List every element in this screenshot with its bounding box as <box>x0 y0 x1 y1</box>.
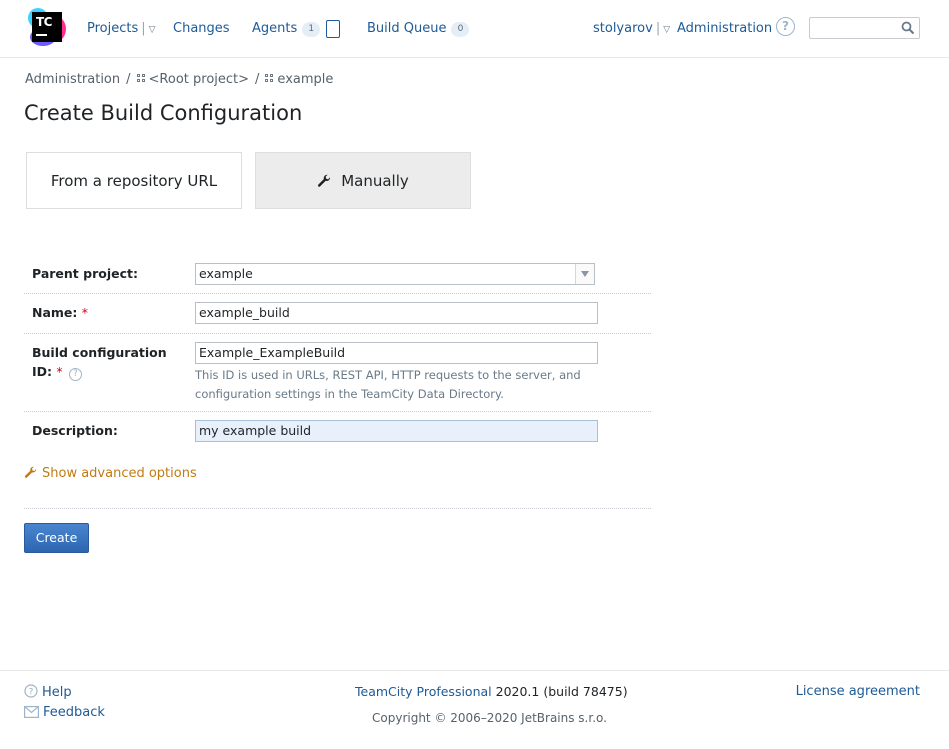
teamcity-logo-icon[interactable]: TC <box>26 6 68 48</box>
nav-administration[interactable]: Administration <box>677 21 772 36</box>
name-input[interactable]: example_build <box>195 302 598 324</box>
version-text: 2020.1 (build 78475) <box>495 684 628 699</box>
breadcrumb: Administration / <Root project> / example <box>25 72 334 87</box>
build-id-row: Build configuration ID: * ? Example_Exam… <box>24 334 651 412</box>
from-repository-url-label: From a repository URL <box>50 171 218 190</box>
nav-projects[interactable]: Projects | ▽ <box>87 21 156 36</box>
required-mark: * <box>56 364 63 379</box>
wrench-icon <box>24 466 37 478</box>
build-queue-count-badge: 0 <box>451 22 470 37</box>
chevron-down-icon[interactable]: ▽ <box>663 25 670 35</box>
page-title: Create Build Configuration <box>24 101 303 125</box>
breadcrumb-administration[interactable]: Administration <box>25 72 120 87</box>
nav-build-queue-label: Build Queue <box>367 21 447 36</box>
manually-option[interactable]: Manually <box>255 152 471 209</box>
chevron-down-icon[interactable] <box>575 264 594 284</box>
copyright: Copyright © 2006–2020 JetBrains s.r.o. <box>372 711 607 725</box>
nav-build-queue[interactable]: Build Queue 0 <box>367 21 470 37</box>
breadcrumb-example[interactable]: example <box>277 72 333 87</box>
parent-project-select[interactable]: example <box>195 263 595 285</box>
agent-icon[interactable] <box>326 20 340 38</box>
nav-changes[interactable]: Changes <box>173 21 230 36</box>
description-row: Description: my example build <box>24 412 651 452</box>
footer: ? Help Feedback TeamCity Professional 20… <box>0 670 949 749</box>
parent-project-label: Parent project: <box>32 266 138 281</box>
from-repository-url-option[interactable]: From a repository URL <box>26 152 242 209</box>
footer-feedback-link[interactable]: Feedback <box>24 705 105 720</box>
license-agreement-link[interactable]: License agreement <box>796 684 920 699</box>
build-configuration-form: Parent project: example Name: * example_… <box>24 254 651 452</box>
show-advanced-options-label: Show advanced options <box>42 466 197 481</box>
nav-agents[interactable]: Agents 1 <box>252 21 321 37</box>
product-version: TeamCity Professional 2020.1 (build 7847… <box>355 684 628 699</box>
build-id-hint: This ID is used in URLs, REST API, HTTP … <box>195 368 581 401</box>
footer-help-link[interactable]: ? Help <box>24 684 72 700</box>
footer-feedback-label: Feedback <box>43 705 105 720</box>
svg-text:?: ? <box>29 688 34 698</box>
name-row: Name: * example_build <box>24 294 651 334</box>
parent-project-row: Parent project: example <box>24 254 651 294</box>
nav-agents-label: Agents <box>252 21 298 36</box>
parent-project-value: example <box>199 266 253 281</box>
chevron-down-icon[interactable]: ▽ <box>149 25 156 35</box>
mail-icon <box>24 706 39 718</box>
build-id-label: Build configuration ID: * ? <box>32 345 167 381</box>
project-icon <box>265 74 274 83</box>
create-button[interactable]: Create <box>24 523 89 553</box>
wrench-icon <box>318 174 331 187</box>
user-menu[interactable]: stolyarov | ▽ <box>593 21 670 36</box>
help-icon: ? <box>24 684 38 698</box>
search-icon[interactable] <box>901 21 915 35</box>
help-icon[interactable]: ? <box>776 17 795 36</box>
product-link[interactable]: TeamCity Professional <box>355 684 492 699</box>
search-input[interactable] <box>809 17 920 39</box>
description-label: Description: <box>32 423 118 438</box>
description-input[interactable]: my example build <box>195 420 598 442</box>
nav-projects-label: Projects <box>87 21 139 36</box>
project-icon <box>136 74 146 83</box>
footer-help-label: Help <box>42 685 72 700</box>
form-divider <box>24 508 651 509</box>
show-advanced-options-link[interactable]: Show advanced options <box>24 466 197 481</box>
manually-label: Manually <box>341 171 409 190</box>
required-mark: * <box>81 305 89 320</box>
user-name: stolyarov <box>593 21 653 36</box>
agents-count-badge: 1 <box>302 22 321 37</box>
question-icon[interactable]: ? <box>69 368 82 381</box>
top-header: TC Projects | ▽ Changes Agents 1 Build Queu… <box>0 0 949 58</box>
build-id-input[interactable]: Example_ExampleBuild <box>195 342 598 364</box>
breadcrumb-root-project[interactable]: <Root project> <box>149 72 250 87</box>
name-label: Name: * <box>32 305 89 320</box>
